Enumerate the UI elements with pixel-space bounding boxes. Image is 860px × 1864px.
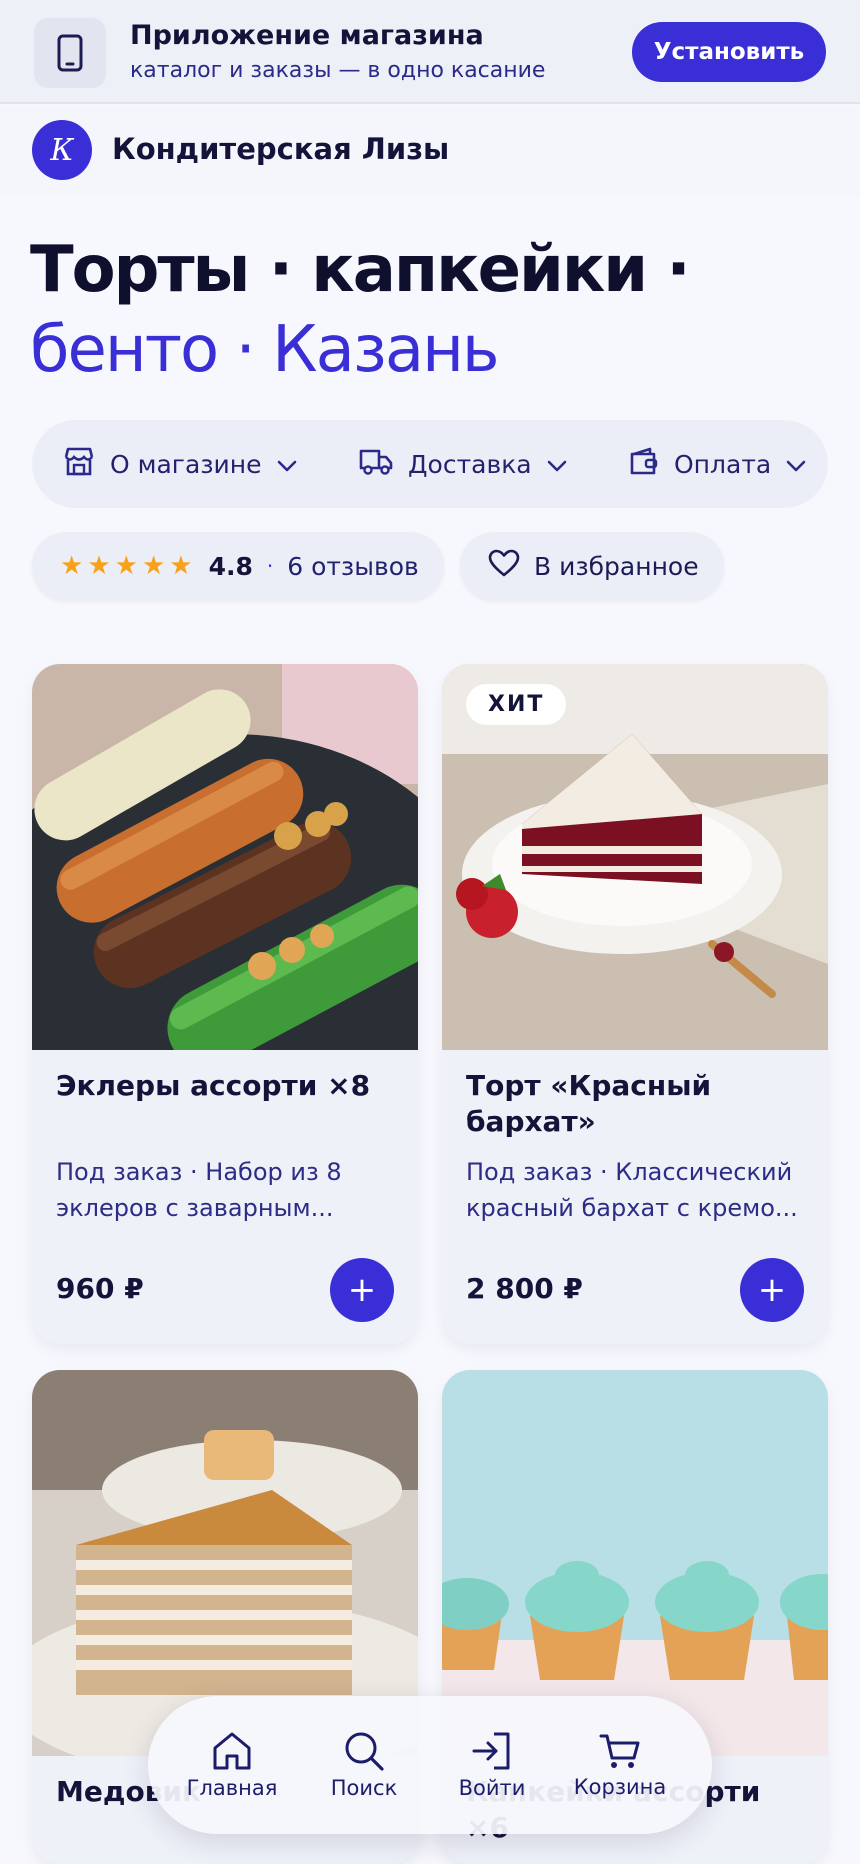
star-icon: ★ <box>114 551 138 581</box>
eclairs-photo[interactable] <box>32 664 418 1050</box>
add-to-cart-button[interactable]: + <box>740 1258 804 1322</box>
home-icon <box>210 1730 254 1772</box>
cart-icon <box>598 1731 642 1771</box>
nav-home-label: Главная <box>186 1776 278 1800</box>
product-card[interactable]: Эклеры ассорти ×8 Под заказ · Набор из 8… <box>32 664 418 1344</box>
store-name[interactable]: Кондитерская Лизы <box>112 132 449 166</box>
product-price: 2 800 ₽ <box>466 1272 583 1305</box>
store-header: К Кондитерская Лизы <box>0 106 860 196</box>
chevron-down-icon <box>276 450 298 479</box>
plus-icon: + <box>347 1270 377 1310</box>
nav-login-label: Войти <box>458 1776 526 1800</box>
banner-title: Приложение магазина <box>130 20 484 51</box>
hero-title-line2: бенто · Казань <box>30 313 500 387</box>
info-payment-label: Оплата <box>674 449 772 479</box>
heart-icon <box>488 549 520 583</box>
star-icon: ★ <box>141 551 166 581</box>
nav-cart-label: Корзина <box>573 1775 667 1799</box>
favorite-button[interactable]: В избранное <box>460 532 724 600</box>
star-icon: ★ <box>60 551 84 581</box>
banner-subtitle: каталог и заказы — в одно касание <box>130 58 546 83</box>
favorite-label: В избранное <box>534 551 699 581</box>
chevron-down-icon <box>546 450 568 479</box>
star-icon: ★ <box>87 551 111 581</box>
nav-search-label: Поиск <box>330 1776 398 1800</box>
wallet-icon <box>628 446 660 482</box>
login-icon <box>470 1730 514 1772</box>
product-title[interactable]: Торт «Красный бархат» <box>466 1068 806 1140</box>
store-avatar[interactable]: К <box>32 120 92 180</box>
info-delivery-button[interactable]: Доставка <box>358 420 568 508</box>
plus-icon: + <box>757 1270 787 1310</box>
rating-separator: · <box>266 554 274 578</box>
nav-search[interactable]: Поиск <box>304 1696 424 1834</box>
rating-stars: ★ ★ ★ ★ ★ <box>60 553 193 579</box>
reviews-count: 6 отзывов <box>287 551 419 581</box>
info-about-label: О магазине <box>110 449 262 479</box>
rating-value: 4.8 <box>208 551 253 581</box>
nav-login[interactable]: Войти <box>432 1696 552 1834</box>
hero-title-line1: Торты · капкейки · <box>30 233 691 307</box>
nav-home[interactable]: Главная <box>172 1696 292 1834</box>
bottom-nav: Главная Поиск Войти Корзина <box>148 1696 712 1834</box>
search-icon <box>342 1730 386 1772</box>
product-price: 960 ₽ <box>56 1272 144 1305</box>
info-delivery-label: Доставка <box>408 449 532 479</box>
product-description: Под заказ · Набор из 8 эклеров с заварны… <box>56 1158 342 1222</box>
info-about-button[interactable]: О магазине <box>62 420 298 508</box>
product-title[interactable]: Эклеры ассорти ×8 <box>56 1068 396 1104</box>
nav-cart[interactable]: Корзина <box>560 1696 680 1834</box>
hit-badge: ХИТ <box>466 684 567 725</box>
info-payment-button[interactable]: Оплата <box>628 420 807 508</box>
star-icon: ★ <box>169 551 193 581</box>
add-to-cart-button[interactable]: + <box>330 1258 394 1322</box>
product-description: Под заказ · Классический красный бархат … <box>466 1158 798 1222</box>
info-bar: О магазине Доставка Оплата <box>32 420 828 508</box>
store-icon <box>62 445 96 483</box>
product-card[interactable]: ХИТ Торт «Красный бархат» Под заказ · Кл… <box>442 664 828 1344</box>
install-button[interactable]: Установить <box>632 22 826 82</box>
truck-icon <box>358 446 394 482</box>
chevron-down-icon <box>785 450 807 479</box>
app-install-banner: Приложение магазина каталог и заказы — в… <box>0 0 860 104</box>
phone-icon <box>34 18 106 88</box>
rating-pill[interactable]: ★ ★ ★ ★ ★ 4.8 · 6 отзывов <box>32 532 444 600</box>
